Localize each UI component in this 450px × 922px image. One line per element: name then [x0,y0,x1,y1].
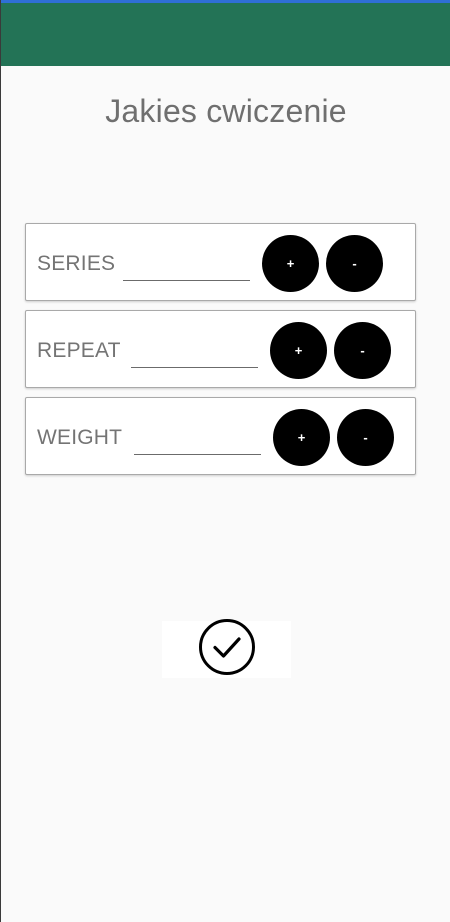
weight-label: WEIGHT [37,426,123,449]
repeat-label: REPEAT [37,339,121,362]
series-minus-button[interactable]: - [326,235,383,292]
page-title: Jakies cwiczenie [105,93,347,129]
weight-card: WEIGHT + - [25,397,416,475]
exercise-screen: Jakies cwiczenie SERIES + - REPEAT + - W… [0,0,450,922]
confirm-button[interactable] [162,618,291,681]
series-label: SERIES [37,252,116,275]
app-bar [1,3,450,66]
repeat-input[interactable] [131,341,258,368]
weight-plus-button[interactable]: + [273,409,330,466]
weight-minus-button[interactable]: - [337,409,394,466]
weight-input[interactable] [134,428,261,455]
repeat-plus-button[interactable]: + [270,322,327,379]
repeat-minus-button[interactable]: - [334,322,391,379]
repeat-card: REPEAT + - [25,310,416,388]
check-circle-icon [198,618,256,681]
series-card: SERIES + - [25,223,416,301]
series-plus-button[interactable]: + [262,235,319,292]
series-input[interactable] [123,254,250,281]
